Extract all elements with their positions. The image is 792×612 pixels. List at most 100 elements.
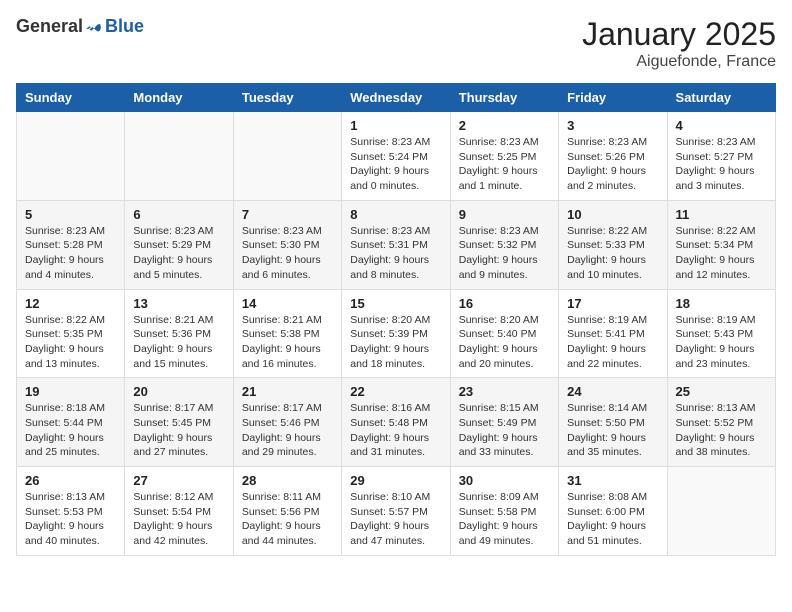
calendar-day-cell: 3 Sunrise: 8:23 AM Sunset: 5:26 PM Daylig… — [559, 112, 667, 201]
day-number: 7 — [242, 207, 333, 222]
logo-bird-icon — [85, 18, 103, 36]
calendar-day-cell: 28 Sunrise: 8:11 AM Sunset: 5:56 PM Dayli… — [233, 467, 341, 556]
day-number: 22 — [350, 384, 441, 399]
day-info: Sunrise: 8:23 AM Sunset: 5:29 PM Dayligh… — [133, 224, 224, 283]
day-number: 23 — [459, 384, 550, 399]
day-info: Sunrise: 8:23 AM Sunset: 5:26 PM Dayligh… — [567, 135, 658, 194]
day-info: Sunrise: 8:12 AM Sunset: 5:54 PM Dayligh… — [133, 490, 224, 549]
day-info: Sunrise: 8:13 AM Sunset: 5:52 PM Dayligh… — [676, 401, 767, 460]
calendar-day-cell: 26 Sunrise: 8:13 AM Sunset: 5:53 PM Dayli… — [17, 467, 125, 556]
calendar-day-cell: 7 Sunrise: 8:23 AM Sunset: 5:30 PM Daylig… — [233, 200, 341, 289]
day-info: Sunrise: 8:21 AM Sunset: 5:38 PM Dayligh… — [242, 313, 333, 372]
calendar-day-cell: 14 Sunrise: 8:21 AM Sunset: 5:38 PM Dayli… — [233, 289, 341, 378]
calendar-day-cell: 18Sunrise: 8:19 AM Sunset: 5:43 PM Dayli… — [667, 289, 775, 378]
calendar-day-cell: 27Sunrise: 8:12 AM Sunset: 5:54 PM Dayli… — [125, 467, 233, 556]
calendar-week-row: 26 Sunrise: 8:13 AM Sunset: 5:53 PM Dayli… — [17, 467, 776, 556]
day-info: Sunrise: 8:17 AM Sunset: 5:45 PM Dayligh… — [133, 401, 224, 460]
day-info: Sunrise: 8:16 AM Sunset: 5:48 PM Dayligh… — [350, 401, 441, 460]
logo: General Blue — [16, 16, 144, 37]
day-info: Sunrise: 8:13 AM Sunset: 5:53 PM Dayligh… — [25, 490, 116, 549]
day-number: 14 — [242, 296, 333, 311]
day-number: 24 — [567, 384, 658, 399]
day-info: Sunrise: 8:17 AM Sunset: 5:46 PM Dayligh… — [242, 401, 333, 460]
day-number: 21 — [242, 384, 333, 399]
day-number: 20 — [133, 384, 224, 399]
calendar-day-cell: 23 Sunrise: 8:15 AM Sunset: 5:49 PM Dayli… — [450, 378, 558, 467]
day-info: Sunrise: 8:23 AM Sunset: 5:28 PM Dayligh… — [25, 224, 116, 283]
calendar-day-cell: 17 Sunrise: 8:19 AM Sunset: 5:41 PM Dayli… — [559, 289, 667, 378]
day-number: 2 — [459, 118, 550, 133]
day-number: 12 — [25, 296, 116, 311]
day-info: Sunrise: 8:08 AM Sunset: 6:00 PM Dayligh… — [567, 490, 658, 549]
day-number: 8 — [350, 207, 441, 222]
day-number: 9 — [459, 207, 550, 222]
calendar-day-cell: 20 Sunrise: 8:17 AM Sunset: 5:45 PM Dayli… — [125, 378, 233, 467]
calendar-day-cell: 21 Sunrise: 8:17 AM Sunset: 5:46 PM Dayli… — [233, 378, 341, 467]
calendar-table: SundayMondayTuesdayWednesdayThursdayFrid… — [16, 83, 776, 556]
calendar-day-cell: 13 Sunrise: 8:21 AM Sunset: 5:36 PM Dayli… — [125, 289, 233, 378]
day-number: 25 — [676, 384, 767, 399]
day-info: Sunrise: 8:22 AM Sunset: 5:34 PM Dayligh… — [676, 224, 767, 283]
calendar-day-cell: 19 Sunrise: 8:18 AM Sunset: 5:44 PM Dayli… — [17, 378, 125, 467]
day-number: 26 — [25, 473, 116, 488]
day-number: 6 — [133, 207, 224, 222]
day-info: Sunrise: 8:23 AM Sunset: 5:25 PM Dayligh… — [459, 135, 550, 194]
day-number: 15 — [350, 296, 441, 311]
calendar-day-cell: 24 Sunrise: 8:14 AM Sunset: 5:50 PM Dayli… — [559, 378, 667, 467]
calendar-day-cell: 11 Sunrise: 8:22 AM Sunset: 5:34 PM Dayli… — [667, 200, 775, 289]
day-number: 1 — [350, 118, 441, 133]
day-number: 18 — [676, 296, 767, 311]
day-info: Sunrise: 8:11 AM Sunset: 5:56 PM Dayligh… — [242, 490, 333, 549]
day-info: Sunrise: 8:23 AM Sunset: 5:24 PM Dayligh… — [350, 135, 441, 194]
logo-blue-text: Blue — [105, 16, 144, 37]
calendar-day-cell: 31 Sunrise: 8:08 AM Sunset: 6:00 PM Dayli… — [559, 467, 667, 556]
calendar-week-row: 1 Sunrise: 8:23 AM Sunset: 5:24 PM Daylig… — [17, 112, 776, 201]
day-number: 28 — [242, 473, 333, 488]
day-info: Sunrise: 8:14 AM Sunset: 5:50 PM Dayligh… — [567, 401, 658, 460]
calendar-day-cell: 16Sunrise: 8:20 AM Sunset: 5:40 PM Dayli… — [450, 289, 558, 378]
calendar-day-cell: 1 Sunrise: 8:23 AM Sunset: 5:24 PM Daylig… — [342, 112, 450, 201]
day-info: Sunrise: 8:23 AM Sunset: 5:31 PM Dayligh… — [350, 224, 441, 283]
day-info: Sunrise: 8:23 AM Sunset: 5:30 PM Dayligh… — [242, 224, 333, 283]
calendar-day-cell: 29 Sunrise: 8:10 AM Sunset: 5:57 PM Dayli… — [342, 467, 450, 556]
day-info: Sunrise: 8:22 AM Sunset: 5:33 PM Dayligh… — [567, 224, 658, 283]
day-info: Sunrise: 8:23 AM Sunset: 5:27 PM Dayligh… — [676, 135, 767, 194]
day-info: Sunrise: 8:22 AM Sunset: 5:35 PM Dayligh… — [25, 313, 116, 372]
day-number: 29 — [350, 473, 441, 488]
day-number: 3 — [567, 118, 658, 133]
day-number: 11 — [676, 207, 767, 222]
calendar-day-cell: 22 Sunrise: 8:16 AM Sunset: 5:48 PM Dayli… — [342, 378, 450, 467]
day-info: Sunrise: 8:10 AM Sunset: 5:57 PM Dayligh… — [350, 490, 441, 549]
day-info: Sunrise: 8:21 AM Sunset: 5:36 PM Dayligh… — [133, 313, 224, 372]
calendar-day-cell: 5Sunrise: 8:23 AM Sunset: 5:28 PM Daylig… — [17, 200, 125, 289]
day-number: 19 — [25, 384, 116, 399]
day-info: Sunrise: 8:20 AM Sunset: 5:39 PM Dayligh… — [350, 313, 441, 372]
weekday-header-wednesday: Wednesday — [342, 84, 450, 112]
calendar-day-cell: 30Sunrise: 8:09 AM Sunset: 5:58 PM Dayli… — [450, 467, 558, 556]
day-info: Sunrise: 8:23 AM Sunset: 5:32 PM Dayligh… — [459, 224, 550, 283]
weekday-header-row: SundayMondayTuesdayWednesdayThursdayFrid… — [17, 84, 776, 112]
calendar-day-cell: 8 Sunrise: 8:23 AM Sunset: 5:31 PM Daylig… — [342, 200, 450, 289]
weekday-header-tuesday: Tuesday — [233, 84, 341, 112]
day-number: 4 — [676, 118, 767, 133]
empty-cell — [17, 112, 125, 201]
day-info: Sunrise: 8:15 AM Sunset: 5:49 PM Dayligh… — [459, 401, 550, 460]
day-number: 30 — [459, 473, 550, 488]
day-info: Sunrise: 8:18 AM Sunset: 5:44 PM Dayligh… — [25, 401, 116, 460]
day-number: 16 — [459, 296, 550, 311]
weekday-header-friday: Friday — [559, 84, 667, 112]
calendar-week-row: 19 Sunrise: 8:18 AM Sunset: 5:44 PM Dayli… — [17, 378, 776, 467]
calendar-week-row: 5Sunrise: 8:23 AM Sunset: 5:28 PM Daylig… — [17, 200, 776, 289]
calendar-day-cell: 25 Sunrise: 8:13 AM Sunset: 5:52 PM Dayli… — [667, 378, 775, 467]
title-block: January 2025 Aiguefonde, France — [582, 16, 776, 71]
day-info: Sunrise: 8:19 AM Sunset: 5:41 PM Dayligh… — [567, 313, 658, 372]
day-number: 13 — [133, 296, 224, 311]
day-number: 17 — [567, 296, 658, 311]
weekday-header-saturday: Saturday — [667, 84, 775, 112]
month-title: January 2025 — [582, 16, 776, 53]
calendar-day-cell: 12 Sunrise: 8:22 AM Sunset: 5:35 PM Dayli… — [17, 289, 125, 378]
day-number: 31 — [567, 473, 658, 488]
location-title: Aiguefonde, France — [582, 53, 776, 71]
weekday-header-sunday: Sunday — [17, 84, 125, 112]
weekday-header-monday: Monday — [125, 84, 233, 112]
